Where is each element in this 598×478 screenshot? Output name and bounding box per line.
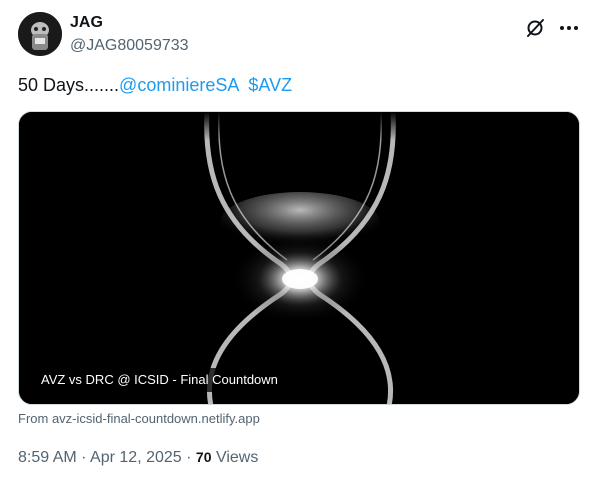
meta-separator: · bbox=[81, 449, 87, 466]
views-label: Views bbox=[215, 449, 259, 466]
text-spacer bbox=[238, 75, 248, 95]
link-card[interactable]: AVZ vs DRC @ ICSID - Final Countdown bbox=[18, 111, 580, 405]
cashtag-link[interactable]: $AVZ bbox=[248, 75, 292, 95]
tweet-meta: 8:59 AM · Apr 12, 2025 · 70 Views bbox=[18, 449, 258, 467]
hourglass-image bbox=[19, 112, 579, 404]
meta-separator-2: · bbox=[186, 449, 192, 466]
card-source-link[interactable]: From avz-icsid-final-countdown.netlify.a… bbox=[18, 411, 260, 426]
tweet-date[interactable]: Apr 12, 2025 bbox=[90, 449, 182, 466]
slashed-circle-icon[interactable] bbox=[524, 17, 546, 39]
author-handle[interactable]: @JAG80059733 bbox=[70, 37, 189, 55]
more-dots-icon[interactable] bbox=[558, 17, 580, 39]
author-name[interactable]: JAG bbox=[70, 14, 103, 32]
avatar[interactable] bbox=[18, 12, 62, 56]
tweet-text: 50 Days.......@cominiereSA $AVZ bbox=[18, 75, 292, 96]
tweet-text-prefix: 50 Days....... bbox=[18, 75, 120, 95]
card-title: AVZ vs DRC @ ICSID - Final Countdown bbox=[33, 368, 286, 392]
tweet-time[interactable]: 8:59 AM bbox=[18, 449, 77, 466]
mention-link[interactable]: @cominiereSA bbox=[119, 75, 238, 95]
views-count: 70 bbox=[195, 449, 212, 465]
avatar-image bbox=[18, 12, 62, 56]
